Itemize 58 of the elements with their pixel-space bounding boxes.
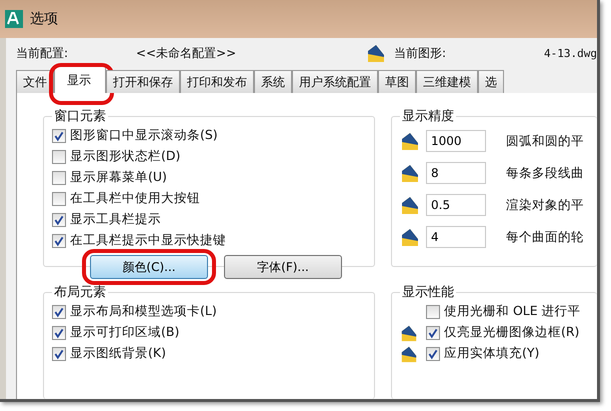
drawing-icon [400, 195, 420, 215]
window-title: 选项 [30, 10, 58, 28]
drawing-icon [400, 131, 420, 151]
option-label: 使用光栅和 OLE 进行平 [444, 303, 581, 320]
field-label: 渲染对象的平 [506, 196, 584, 214]
option-label: 在工具栏中使用大按钮 [70, 190, 200, 207]
tab[interactable]: 打印和发布 [180, 70, 254, 93]
input-field[interactable]: 0.5 [426, 194, 486, 216]
dialog-button[interactable]: 颜色(C)... [90, 255, 208, 279]
tab[interactable]: 三维建模 [416, 70, 478, 93]
checkbox[interactable] [52, 346, 66, 360]
checkbox[interactable] [52, 150, 66, 164]
group-title: 窗口元素 [53, 108, 107, 125]
profile-name: <<未命名配置>> [136, 44, 238, 62]
dialog-button[interactable]: 字体(F)... [224, 255, 342, 279]
checkbox[interactable] [426, 304, 440, 318]
input-field[interactable]: 8 [426, 162, 486, 184]
option-label: 图形窗口中显示滚动条(S) [70, 127, 218, 144]
tab[interactable]: 显示 [54, 66, 106, 93]
tab[interactable]: 选 [478, 70, 504, 93]
tab[interactable]: 用户系统配置 [292, 70, 378, 93]
input-field[interactable]: 4 [426, 226, 486, 248]
checkbox[interactable] [426, 326, 440, 340]
option-label: 显示图纸背景(K) [70, 345, 166, 362]
drawing-icon [400, 163, 420, 183]
tab[interactable]: 打开和保存 [106, 70, 180, 93]
option-label: 显示布局和模型选项卡(L) [70, 303, 217, 320]
checkbox[interactable] [426, 346, 440, 360]
group-title: 布局元素 [53, 284, 107, 301]
drawing-name: 4-13.dwg [544, 46, 597, 60]
option-label: 在工具栏提示中显示快捷键 [70, 232, 226, 249]
tab[interactable]: 系统 [254, 70, 292, 93]
group-title: 显示精度 [401, 108, 455, 125]
checkbox[interactable] [52, 326, 66, 340]
drawing-icon [366, 43, 386, 63]
checkbox[interactable] [52, 212, 66, 226]
checkbox[interactable] [52, 234, 66, 248]
checkbox[interactable] [52, 304, 66, 318]
profile-label: 当前配置: [16, 44, 70, 62]
option-label: 显示屏幕菜单(U) [70, 169, 167, 186]
field-label: 每个曲面的轮 [506, 228, 584, 246]
drawing-icon [400, 227, 420, 247]
checkbox[interactable] [52, 128, 66, 142]
option-label: 显示可打印区域(B) [70, 324, 180, 341]
tab[interactable]: 草图 [378, 70, 416, 93]
option-label: 显示工具栏提示 [70, 211, 161, 228]
checkbox[interactable] [52, 192, 66, 206]
input-field[interactable]: 1000 [426, 130, 486, 152]
checkbox[interactable] [52, 170, 66, 184]
app-icon [4, 9, 24, 29]
option-label: 显示图形状态栏(D) [70, 148, 180, 165]
drawing-label: 当前图形: [394, 44, 448, 62]
option-label: 仅亮显光栅图像边框(R) [444, 324, 580, 341]
field-label: 圆弧和圆的平 [506, 132, 584, 150]
group-title: 显示性能 [401, 284, 455, 301]
option-label: 应用实体填充(Y) [444, 345, 540, 362]
tab[interactable]: 文件 [16, 70, 54, 93]
field-label: 每条多段线曲 [506, 164, 584, 182]
